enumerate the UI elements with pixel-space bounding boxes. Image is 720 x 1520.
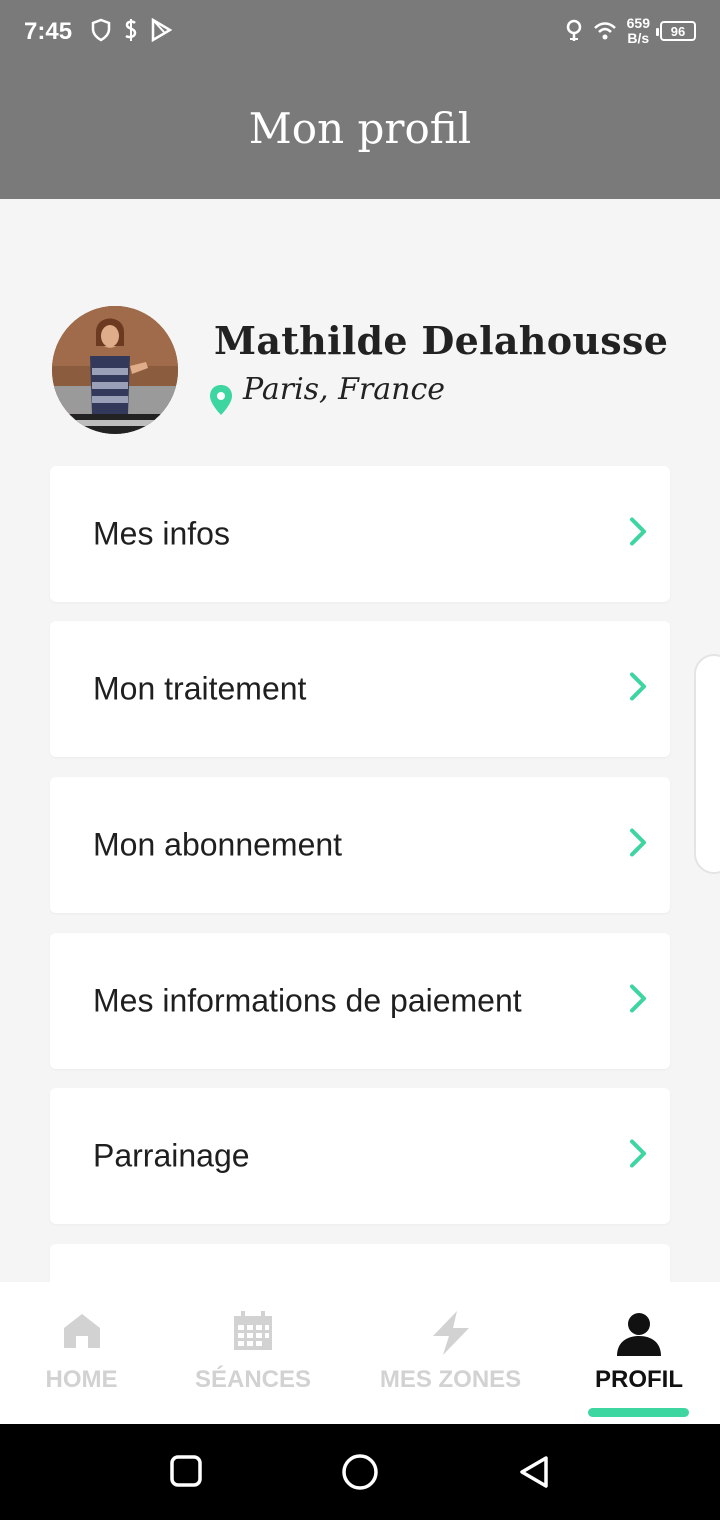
status-bar: 7:45 659 B/s 96: [0, 0, 720, 64]
chevron-right-icon: [628, 672, 648, 707]
system-navigation-bar: [0, 1424, 720, 1520]
profile-name: Mathilde Delahousse: [214, 318, 669, 363]
recent-apps-button[interactable]: [169, 1454, 203, 1493]
location-bulb-icon: [565, 18, 583, 44]
nav-tab-mes-zones[interactable]: MES ZONES: [343, 1282, 558, 1424]
dollar-icon: [122, 18, 140, 42]
network-speed-unit: B/s: [627, 30, 650, 46]
status-system-icons: 659 B/s 96: [565, 16, 696, 46]
nav-tab-seances[interactable]: SÉANCES: [163, 1282, 343, 1424]
home-icon: [60, 1310, 104, 1355]
menu-item-label: Parrainage: [93, 1137, 250, 1174]
menu-item-mon-traitement[interactable]: Mon traitement: [50, 621, 670, 757]
menu-item-label: Mon abonnement: [93, 826, 343, 863]
active-tab-indicator: [588, 1408, 689, 1417]
wifi-icon: [593, 21, 617, 41]
chevron-right-icon: [628, 517, 648, 552]
menu-item-label: Mon traitement: [93, 670, 307, 707]
chevron-right-icon: [628, 1139, 648, 1174]
network-speed: 659 B/s: [627, 16, 650, 46]
bottom-navigation: HOME SÉANCES MES ZONES PROFIL: [0, 1282, 720, 1424]
lightning-icon: [427, 1310, 475, 1361]
status-time: 7:45: [24, 18, 73, 45]
battery-level: 96: [670, 23, 686, 39]
nav-tab-label: MES ZONES: [379, 1366, 522, 1393]
avatar-photo: [52, 306, 178, 434]
menu-item-mon-abonnement[interactable]: Mon abonnement: [50, 777, 670, 913]
menu-item-mes-infos[interactable]: Mes infos: [50, 466, 670, 602]
app-header: 7:45 659 B/s 96 Mon profil: [0, 0, 720, 199]
location-pin-icon: [208, 384, 234, 421]
status-notification-icons: [90, 18, 172, 42]
battery-indicator: 96: [656, 21, 696, 41]
menu-item-label: Mes infos: [93, 515, 230, 552]
page-title: Mon profil: [248, 104, 472, 153]
calendar-icon: [232, 1310, 274, 1357]
nav-tab-label: HOME: [45, 1366, 118, 1393]
network-speed-value: 659: [626, 15, 650, 31]
side-drawer-handle[interactable]: [694, 654, 720, 874]
back-button[interactable]: [516, 1454, 552, 1495]
menu-item-parrainage[interactable]: Parrainage: [50, 1088, 670, 1224]
play-store-icon: [150, 18, 172, 42]
menu-item-paiement[interactable]: Mes informations de paiement: [50, 933, 670, 1069]
shield-icon: [90, 18, 112, 42]
home-button[interactable]: [341, 1453, 379, 1496]
chevron-right-icon: [628, 828, 648, 863]
avatar[interactable]: [52, 306, 178, 434]
nav-tab-home[interactable]: HOME: [0, 1282, 163, 1424]
nav-tab-label: PROFIL: [595, 1366, 683, 1393]
nav-tab-label: SÉANCES: [194, 1366, 312, 1393]
profile-location: Paris, France: [243, 372, 446, 407]
chevron-right-icon: [628, 984, 648, 1019]
nav-tab-profil[interactable]: PROFIL: [558, 1282, 720, 1424]
user-icon: [615, 1310, 663, 1363]
menu-item-label: Mes informations de paiement: [93, 982, 522, 1019]
